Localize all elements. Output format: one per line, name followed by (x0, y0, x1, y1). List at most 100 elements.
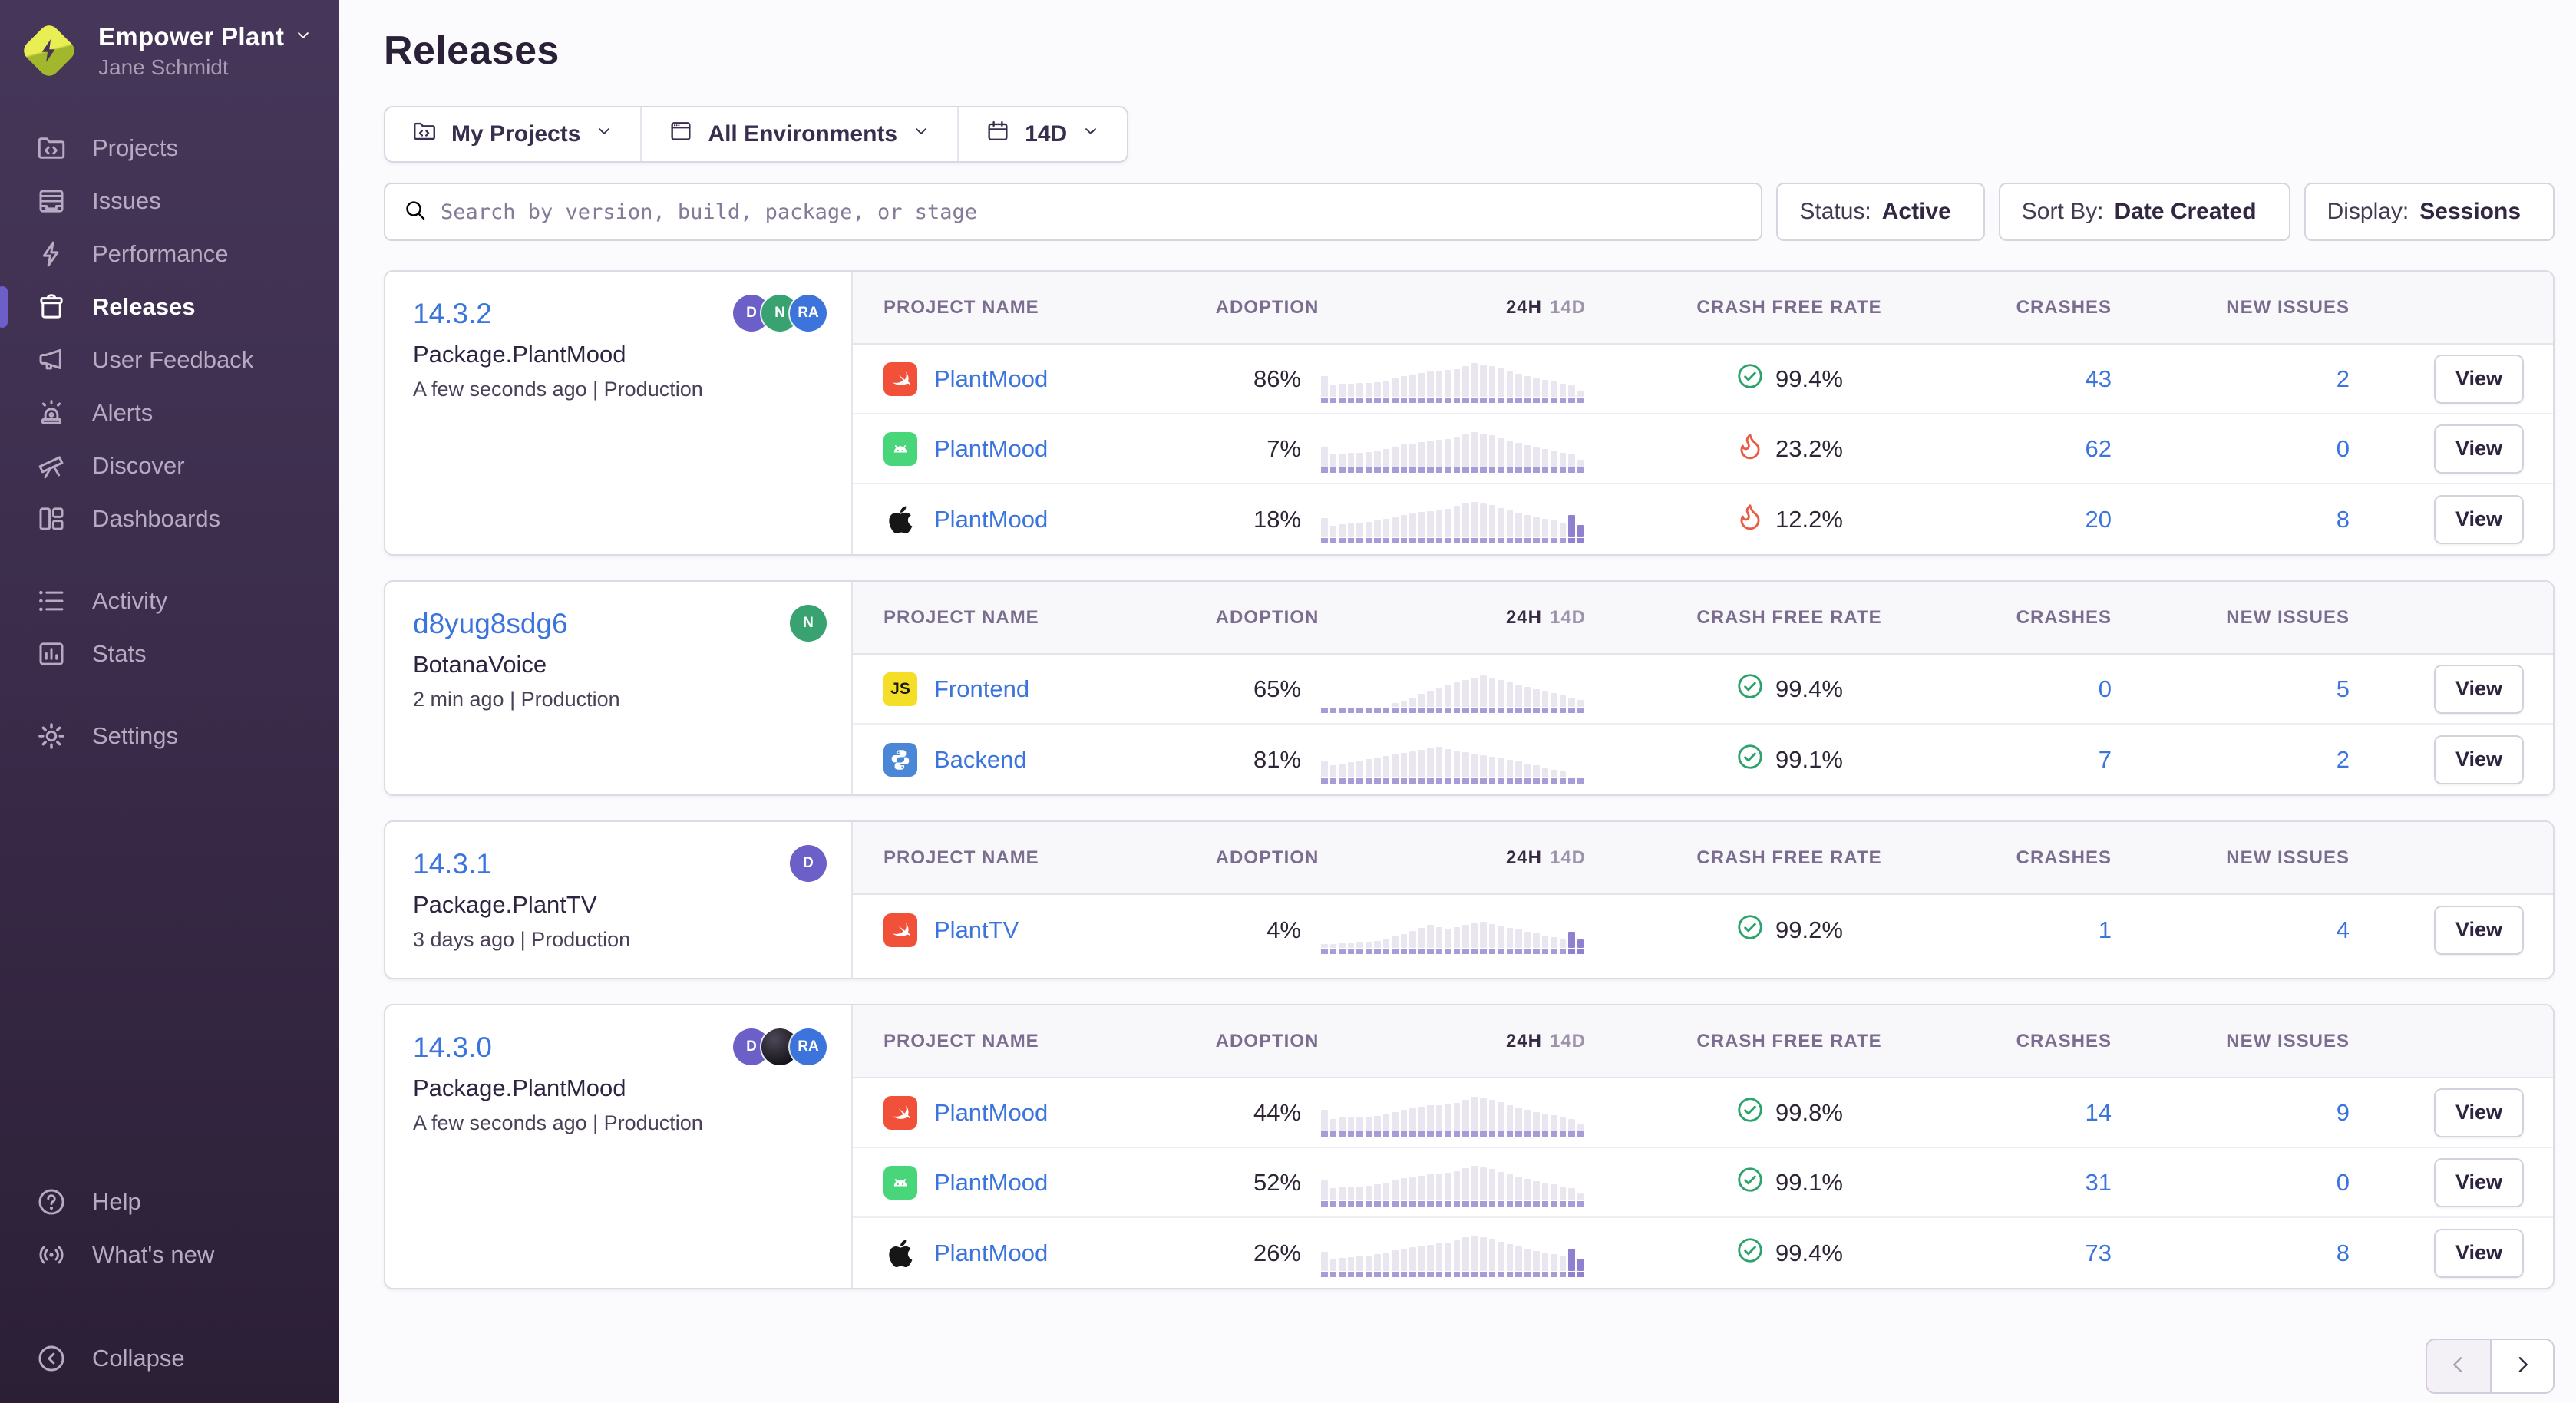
crashes-link[interactable]: 14 (2086, 1099, 2112, 1126)
view-button[interactable]: View (2434, 495, 2524, 544)
timeframe-14d[interactable]: 14D (1550, 607, 1586, 628)
sidebar-item-projects[interactable]: Projects (0, 121, 339, 174)
column-header-timeframe: 24H 14D (1321, 607, 1617, 629)
view-button[interactable]: View (2434, 906, 2524, 955)
sparkline-bar (1471, 923, 1478, 954)
sidebar-item-discover[interactable]: Discover (0, 439, 339, 492)
sidebar-item-label: Projects (92, 134, 178, 162)
pagination-prev-button[interactable] (2426, 1339, 2490, 1394)
sparkline-bar (1551, 937, 1557, 954)
projects-filter-dropdown[interactable]: My Projects (385, 107, 640, 161)
search-input[interactable] (441, 200, 1744, 224)
view-button[interactable]: View (2434, 1088, 2524, 1137)
timeframe-24h[interactable]: 24H (1506, 1031, 1542, 1051)
timeframe-14d[interactable]: 14D (1550, 847, 1586, 868)
view-button[interactable]: View (2434, 1229, 2524, 1278)
project-link[interactable]: Frontend (934, 675, 1029, 703)
sparkline-bar (1321, 761, 1328, 784)
sparkline-bar (1471, 1097, 1478, 1137)
crashes-link[interactable]: 7 (2099, 746, 2112, 773)
view-button[interactable]: View (2434, 355, 2524, 404)
sparkline-bar (1577, 460, 1584, 473)
sidebar-nav-secondary: ActivityStats (0, 574, 339, 680)
release-panel: 14.3.1DPackage.PlantTV3 days ago | Produ… (384, 820, 2555, 979)
org-switcher[interactable]: Empower Plant Jane Schmidt (0, 0, 339, 80)
crashes-cell: 0 (1962, 675, 2112, 703)
sidebar-item-stats[interactable]: Stats (0, 627, 339, 680)
sidebar-item-whats-new[interactable]: What's new (0, 1228, 339, 1281)
project-link[interactable]: Backend (934, 746, 1027, 774)
new-issues-link[interactable]: 0 (2337, 435, 2350, 462)
sidebar-item-dashboards[interactable]: Dashboards (0, 492, 339, 545)
sidebar-item-user-feedback[interactable]: User Feedback (0, 333, 339, 386)
pagination-next-button[interactable] (2490, 1339, 2555, 1394)
timeframe-14d[interactable]: 14D (1550, 1031, 1586, 1051)
timeframe-24h[interactable]: 24H (1506, 847, 1542, 868)
column-header-timeframe: 24H 14D (1321, 297, 1617, 319)
daterange-filter-dropdown[interactable]: 14D (957, 107, 1127, 161)
new-issues-link[interactable]: 5 (2337, 675, 2350, 702)
new-issues-link[interactable]: 8 (2337, 1240, 2350, 1266)
view-button[interactable]: View (2434, 1158, 2524, 1207)
column-header-crashes: Crashes (1962, 847, 2112, 869)
sidebar-item-releases[interactable]: Releases (0, 280, 339, 333)
sidebar-item-help[interactable]: Help (0, 1175, 339, 1228)
sidebar-item-alerts[interactable]: Alerts (0, 386, 339, 439)
display-dropdown[interactable]: Display:Sessions (2304, 183, 2555, 241)
check-circle-icon (1735, 1095, 1765, 1131)
timeframe-24h[interactable]: 24H (1506, 297, 1542, 318)
sidebar-item-issues[interactable]: Issues (0, 174, 339, 227)
environments-filter-dropdown[interactable]: All Environments (640, 107, 957, 161)
new-issues-link[interactable]: 0 (2337, 1169, 2350, 1196)
new-issues-link[interactable]: 2 (2337, 746, 2350, 773)
sidebar-item-activity[interactable]: Activity (0, 574, 339, 627)
sparkline-bar (1560, 939, 1567, 954)
project-link[interactable]: PlantMood (934, 365, 1048, 393)
project-link[interactable]: PlantTV (934, 916, 1019, 944)
new-issues-link[interactable]: 4 (2337, 916, 2350, 943)
crashes-link[interactable]: 62 (2086, 435, 2112, 462)
sort-dropdown[interactable]: Sort By:Date Created (1999, 183, 2290, 241)
sidebar-item-settings[interactable]: Settings (0, 709, 339, 762)
release-package: Package.PlantTV (413, 891, 824, 919)
project-link[interactable]: PlantMood (934, 1169, 1048, 1197)
project-link[interactable]: PlantMood (934, 435, 1048, 463)
project-link[interactable]: PlantMood (934, 506, 1048, 533)
new-issues-link[interactable]: 8 (2337, 506, 2350, 533)
view-button[interactable]: View (2434, 735, 2524, 784)
crashes-link[interactable]: 31 (2086, 1169, 2112, 1196)
project-link[interactable]: PlantMood (934, 1240, 1048, 1267)
timeframe-14d[interactable]: 14D (1550, 297, 1586, 318)
new-issues-link[interactable]: 2 (2337, 365, 2350, 392)
sparkline-bar (1454, 751, 1461, 784)
view-button[interactable]: View (2434, 424, 2524, 474)
column-header-crash-free-rate: Crash Free Rate (1617, 607, 1962, 629)
status-dropdown[interactable]: Status:Active (1776, 183, 1984, 241)
timeframe-24h[interactable]: 24H (1506, 607, 1542, 628)
view-button[interactable]: View (2434, 665, 2524, 714)
project-link[interactable]: PlantMood (934, 1099, 1048, 1127)
sidebar-item-performance[interactable]: Performance (0, 227, 339, 280)
sparkline-bar (1445, 1104, 1451, 1137)
crashes-link[interactable]: 20 (2086, 506, 2112, 533)
sparkline-bar (1533, 1251, 1540, 1277)
release-package: Package.PlantMood (413, 341, 824, 368)
sparkline-bar (1348, 384, 1355, 403)
sparkline-bar (1568, 932, 1575, 954)
crashes-link[interactable]: 73 (2086, 1240, 2112, 1266)
table-header-row: Project NameAdoption24H14DCrash Free Rat… (853, 1005, 2553, 1078)
release-project-table: Project NameAdoption24H14DCrash Free Rat… (853, 1005, 2553, 1288)
crashes-link[interactable]: 1 (2099, 916, 2112, 943)
crash-free-value: 99.2% (1775, 916, 1843, 944)
sparkline-bar (1533, 765, 1540, 784)
sidebar-item-collapse[interactable]: Collapse (0, 1332, 339, 1385)
crashes-link[interactable]: 0 (2099, 675, 2112, 702)
crashes-link[interactable]: 43 (2086, 365, 2112, 392)
adoption-value: 52% (1214, 1169, 1321, 1197)
release-version-link[interactable]: 14.3.1 (413, 848, 492, 880)
release-version-link[interactable]: 14.3.2 (413, 298, 492, 330)
release-version-link[interactable]: d8yug8sdg6 (413, 608, 568, 640)
new-issues-link[interactable]: 9 (2337, 1099, 2350, 1126)
sparkline-bar (1366, 1186, 1372, 1207)
release-version-link[interactable]: 14.3.0 (413, 1032, 492, 1064)
